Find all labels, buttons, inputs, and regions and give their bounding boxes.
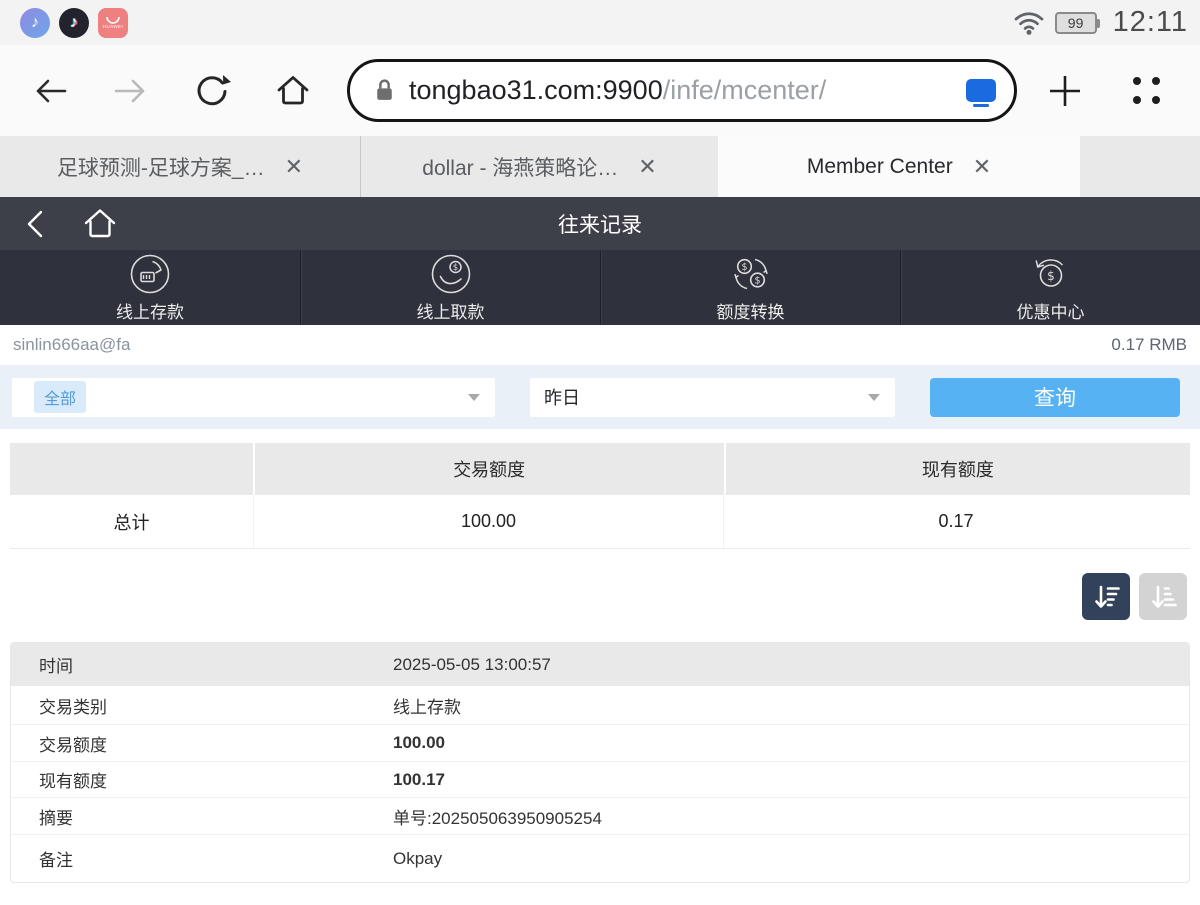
quick-menu: 线上存款 $ 线上取款 $ $ 额度转换 bbox=[0, 250, 1200, 325]
tab-dollar-forum[interactable]: dollar - 海燕策略论… ✕ bbox=[360, 136, 718, 197]
tab-title: 足球预测-足球方案_… bbox=[57, 152, 265, 182]
back-button[interactable] bbox=[30, 71, 70, 111]
detail-label: 交易额度 bbox=[11, 731, 393, 756]
withdraw-icon: $ bbox=[429, 252, 473, 296]
close-icon[interactable]: ✕ bbox=[285, 154, 303, 180]
summary-table-header: 交易额度 现有额度 bbox=[10, 443, 1190, 495]
detail-label: 备注 bbox=[11, 846, 393, 871]
type-selected-chip: 全部 bbox=[34, 381, 86, 413]
tab-bar: 足球预测-足球方案_… ✕ dollar - 海燕策略论… ✕ Member C… bbox=[0, 136, 1200, 197]
menu-item-deposit[interactable]: 线上存款 bbox=[0, 250, 300, 325]
summary-header-blank bbox=[10, 443, 253, 495]
filter-bar: 全部 昨日 查询 bbox=[0, 365, 1200, 429]
detail-label: 交易类别 bbox=[11, 693, 393, 718]
deposit-icon bbox=[128, 252, 172, 296]
detail-value: 100.00 bbox=[393, 733, 445, 753]
detail-label: 时间 bbox=[11, 652, 393, 677]
url-host: tongbao31.com:9900 bbox=[409, 75, 663, 105]
forward-button[interactable] bbox=[111, 71, 151, 111]
sort-controls bbox=[0, 549, 1200, 620]
account-username: sinlin666aa@fa bbox=[13, 335, 130, 355]
menu-item-label: 线上取款 bbox=[417, 298, 485, 323]
menu-item-withdraw[interactable]: $ 线上取款 bbox=[300, 250, 600, 325]
huawei-appgallery-app-icon: HUAWEI bbox=[98, 8, 128, 38]
date-range-select[interactable]: 昨日 bbox=[530, 378, 895, 417]
svg-text:$: $ bbox=[741, 262, 747, 273]
new-tab-button[interactable] bbox=[1045, 71, 1085, 111]
chevron-down-icon bbox=[868, 394, 880, 401]
summary-header-current-amount: 现有额度 bbox=[726, 443, 1190, 495]
summary-current-amount: 0.17 bbox=[723, 495, 1188, 548]
reload-button[interactable] bbox=[192, 71, 232, 111]
svg-text:$: $ bbox=[452, 263, 457, 273]
battery-level: 99 bbox=[1068, 15, 1084, 31]
menu-item-promo[interactable]: $ 优惠中心 bbox=[900, 250, 1200, 325]
detail-row-time: 时间 2025-05-05 13:00:57 bbox=[11, 643, 1189, 686]
url-path: /infe/mcenter/ bbox=[663, 75, 827, 105]
summary-trade-amount: 100.00 bbox=[253, 495, 723, 548]
tiktok-app-icon: ♪ bbox=[59, 8, 89, 38]
detail-row-trade-amount: 交易额度 100.00 bbox=[11, 724, 1189, 761]
detail-value: 2025-05-05 13:00:57 bbox=[393, 655, 551, 675]
record-detail-card: 时间 2025-05-05 13:00:57 交易类别 线上存款 交易额度 10… bbox=[10, 642, 1190, 883]
account-row: sinlin666aa@fa 0.17 RMB bbox=[0, 325, 1200, 365]
menu-item-label: 线上存款 bbox=[116, 298, 184, 323]
sort-descending-icon bbox=[1092, 583, 1120, 611]
detail-value: 线上存款 bbox=[393, 693, 461, 718]
tab-football[interactable]: 足球预测-足球方案_… ✕ bbox=[0, 136, 360, 197]
url-text: tongbao31.com:9900/infe/mcenter/ bbox=[409, 75, 966, 106]
query-button[interactable]: 查询 bbox=[930, 378, 1180, 417]
close-icon[interactable]: ✕ bbox=[973, 154, 991, 180]
svg-text:$: $ bbox=[1047, 269, 1055, 283]
detail-row-type: 交易类别 线上存款 bbox=[11, 686, 1189, 724]
summary-total-row: 总计 100.00 0.17 bbox=[10, 495, 1190, 549]
lock-icon bbox=[374, 77, 395, 104]
transfer-icon: $ $ bbox=[729, 252, 773, 296]
detail-value: 100.17 bbox=[393, 770, 445, 790]
browser-toolbar: tongbao31.com:9900/infe/mcenter/ bbox=[0, 45, 1200, 136]
summary-table: 交易额度 现有额度 总计 100.00 0.17 bbox=[10, 443, 1190, 549]
detail-row-remark: 备注 Okpay bbox=[11, 834, 1189, 882]
wifi-icon bbox=[1013, 10, 1045, 36]
svg-text:$: $ bbox=[754, 276, 760, 287]
page-home-button[interactable] bbox=[78, 204, 122, 244]
summary-total-label: 总计 bbox=[10, 495, 253, 548]
desktop-site-icon[interactable] bbox=[966, 79, 996, 102]
url-bar[interactable]: tongbao31.com:9900/infe/mcenter/ bbox=[347, 59, 1017, 122]
detail-value: 单号:202505063950905254 bbox=[393, 804, 602, 829]
sort-ascending-button[interactable] bbox=[1139, 573, 1187, 620]
tab-title: Member Center bbox=[807, 155, 953, 179]
detail-row-current-amount: 现有额度 100.17 bbox=[11, 761, 1189, 797]
tab-title: dollar - 海燕策略论… bbox=[422, 152, 618, 182]
music-app-icon: ♪ bbox=[20, 8, 50, 38]
detail-row-summary: 摘要 单号:202505063950905254 bbox=[11, 797, 1189, 834]
tab-bar-filler bbox=[1080, 136, 1200, 197]
browser-home-button[interactable] bbox=[273, 71, 313, 111]
detail-value: Okpay bbox=[393, 849, 442, 869]
date-selected-value: 昨日 bbox=[544, 384, 580, 410]
tab-member-center[interactable]: Member Center ✕ bbox=[718, 136, 1080, 197]
transaction-type-select[interactable]: 全部 bbox=[12, 378, 495, 417]
detail-label: 现有额度 bbox=[11, 767, 393, 792]
menu-item-transfer[interactable]: $ $ 额度转换 bbox=[600, 250, 900, 325]
chevron-down-icon bbox=[468, 394, 480, 401]
detail-label: 摘要 bbox=[11, 804, 393, 829]
page-header: 往来记录 bbox=[0, 197, 1200, 250]
page-back-button[interactable] bbox=[14, 205, 54, 243]
browser-menu-icon[interactable] bbox=[1129, 74, 1163, 108]
summary-header-trade-amount: 交易额度 bbox=[255, 443, 724, 495]
close-icon[interactable]: ✕ bbox=[638, 154, 656, 180]
menu-item-label: 优惠中心 bbox=[1017, 298, 1085, 323]
sort-ascending-icon bbox=[1149, 583, 1177, 611]
clock: 12:11 bbox=[1113, 6, 1188, 39]
account-balance: 0.17 RMB bbox=[1111, 335, 1187, 355]
page-title: 往来记录 bbox=[0, 209, 1200, 239]
menu-item-label: 额度转换 bbox=[717, 298, 785, 323]
battery-indicator: 99 bbox=[1055, 12, 1097, 34]
notification-app-icons: ♪ ♪ HUAWEI bbox=[20, 8, 128, 38]
promo-icon: $ bbox=[1029, 252, 1073, 296]
status-bar: ♪ ♪ HUAWEI 99 12:11 bbox=[0, 0, 1200, 45]
sort-descending-button[interactable] bbox=[1082, 573, 1130, 620]
